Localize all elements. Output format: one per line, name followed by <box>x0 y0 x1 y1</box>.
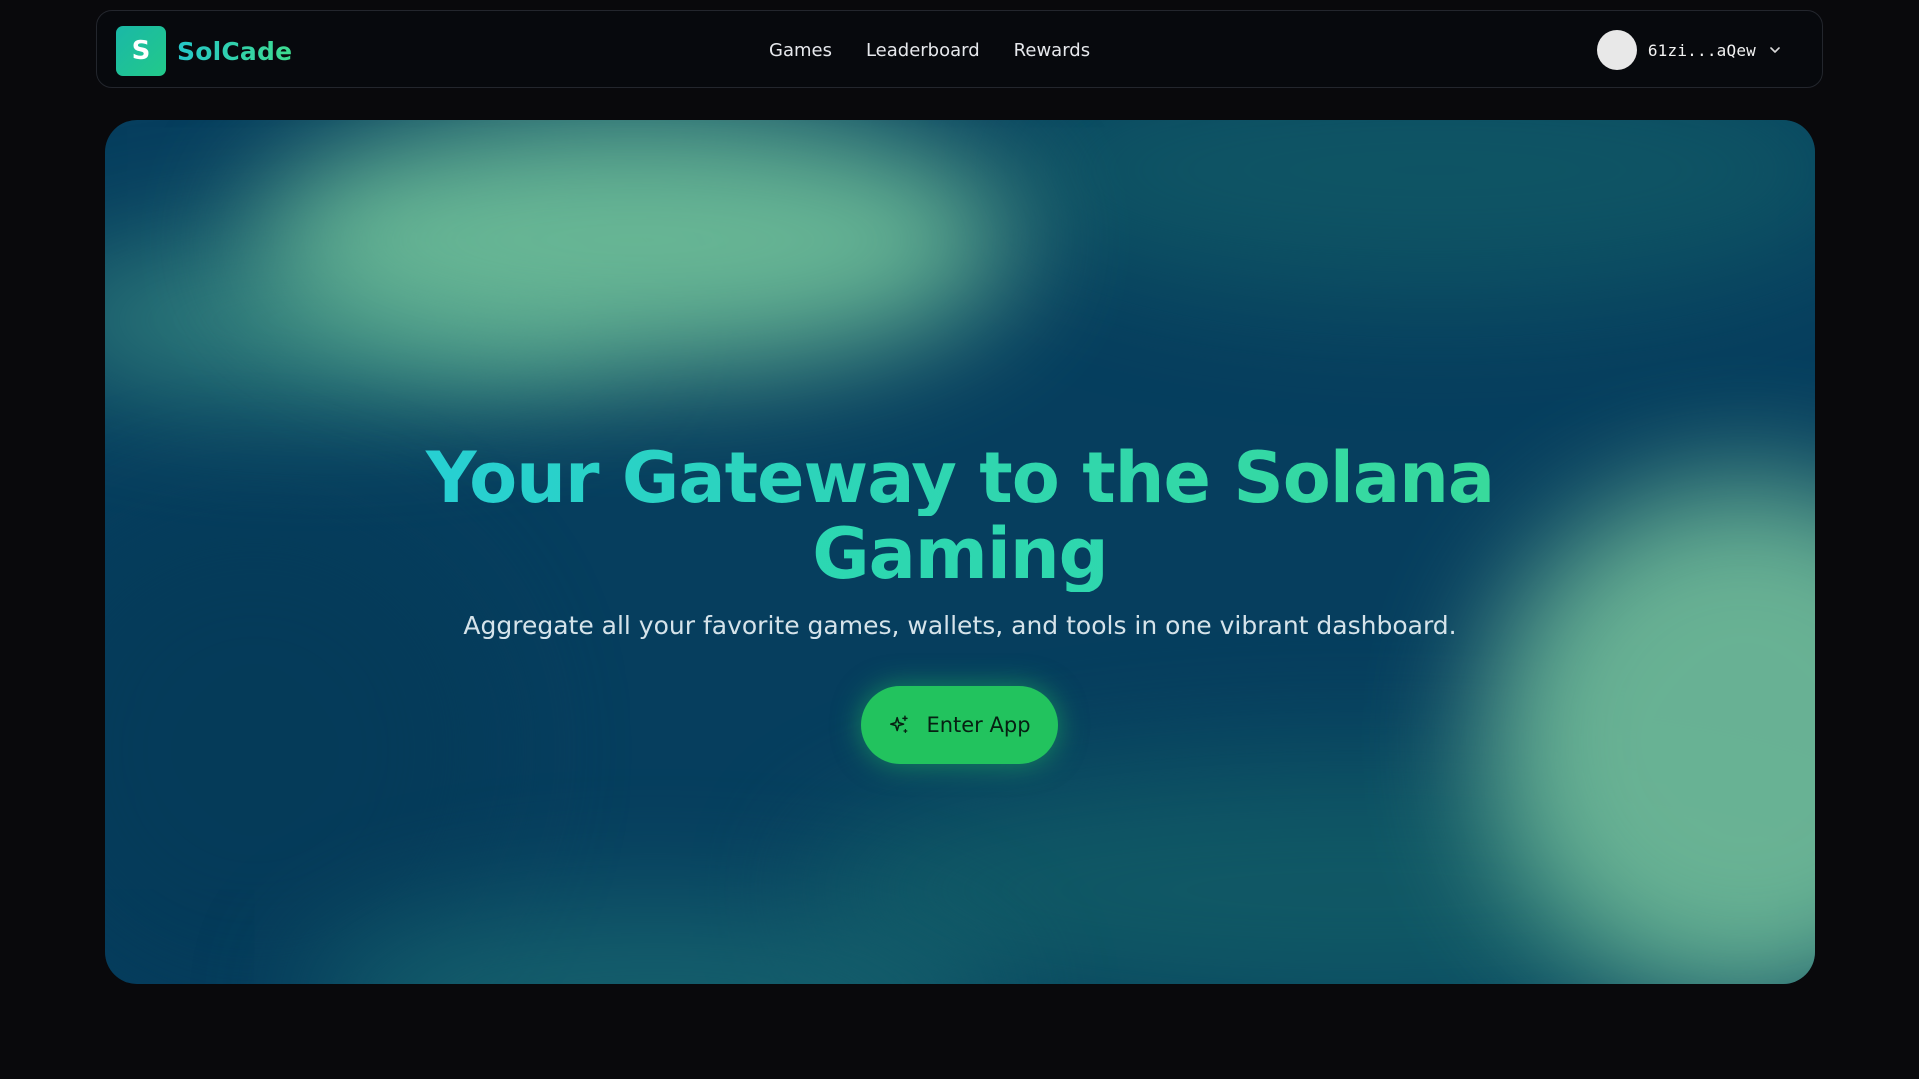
hero-content: Your Gateway to the Solana Gaming Aggreg… <box>105 120 1815 984</box>
sparkle-icon <box>890 715 909 733</box>
nav-link-games[interactable]: Games <box>769 40 832 61</box>
nav-link-rewards[interactable]: Rewards <box>1014 40 1090 61</box>
brand-logo-link[interactable]: S SolCade <box>116 26 292 76</box>
hero-title-line-2: Gaming <box>105 516 1815 592</box>
enter-app-label: Enter App <box>926 713 1031 737</box>
enter-app-button[interactable]: Enter App <box>861 686 1058 764</box>
logo-badge: S <box>116 26 166 76</box>
nav-links: Games Leaderboard Rewards <box>769 11 1124 89</box>
hero-section: Your Gateway to the Solana Gaming Aggreg… <box>105 120 1815 984</box>
page: S SolCade Games Leaderboard Rewards 61zi… <box>0 0 1919 1079</box>
top-navbar: S SolCade Games Leaderboard Rewards 61zi… <box>96 10 1823 88</box>
chevron-down-icon <box>1770 47 1780 53</box>
hero-title: Your Gateway to the Solana Gaming <box>105 440 1815 592</box>
hero-title-line-1: Your Gateway to the Solana <box>105 440 1815 516</box>
hero-subtitle: Aggregate all your favorite games, walle… <box>463 611 1457 640</box>
nav-link-leaderboard[interactable]: Leaderboard <box>866 40 980 61</box>
wallet-avatar <box>1596 30 1637 70</box>
brand-name: SolCade <box>177 36 293 66</box>
wallet-menu-button[interactable]: 61zi...aQew <box>1596 30 1782 70</box>
wallet-address: 61zi...aQew <box>1647 40 1756 60</box>
